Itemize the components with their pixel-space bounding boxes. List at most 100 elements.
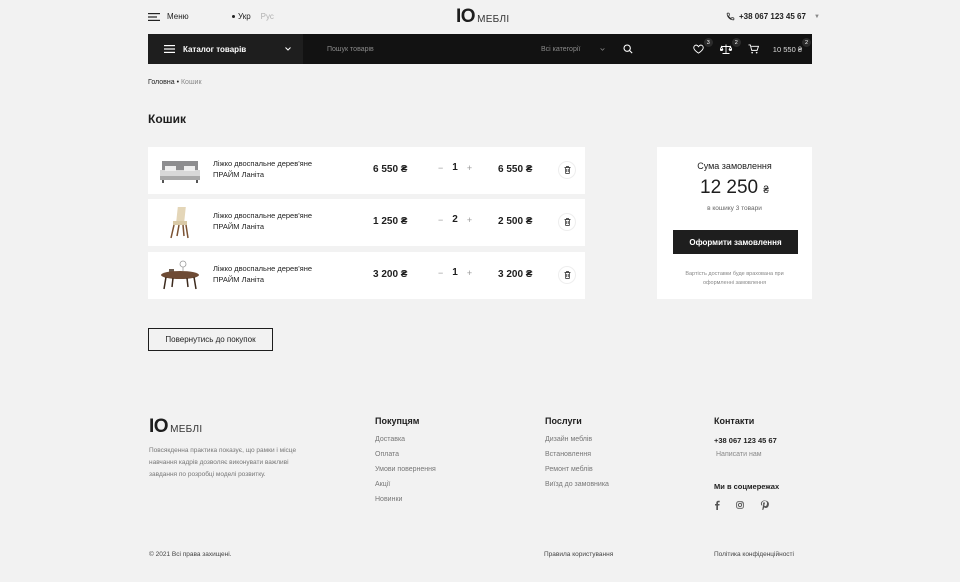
back-to-shopping-button[interactable]: Повернутись до покупок [148, 328, 273, 351]
logo-word: МЕБЛІ [170, 424, 203, 435]
qty-minus-button[interactable]: − [438, 268, 443, 278]
qty-plus-button[interactable]: + [467, 215, 472, 225]
privacy-link[interactable]: Політика конфіденційності [714, 551, 794, 558]
footer-link-installation[interactable]: Встановлення [545, 451, 609, 458]
social-links [714, 500, 769, 510]
product-total: 2 500 ₴ [498, 216, 533, 227]
footer-phone[interactable]: +38 067 123 45 67 [714, 436, 777, 445]
footer-column-title: Покупцям [375, 416, 420, 426]
footer-link-promotions[interactable]: Акції [375, 481, 436, 488]
category-select-value: Всі категорії [541, 45, 581, 53]
logo-mark: IO [456, 6, 476, 27]
footer-buyers-column: Покупцям Доставка Оплата Умови поверненн… [375, 416, 436, 511]
terms-link[interactable]: Правила користування [544, 551, 613, 558]
language-switcher: Укр Рус [232, 12, 274, 21]
category-select[interactable]: Всі категорії [541, 46, 611, 53]
lang-ukr-label: Укр [238, 12, 251, 21]
quantity-stepper: − 1 + [438, 162, 472, 173]
breadcrumb: Головна • Кошик [148, 79, 202, 86]
summary-amount: 12 250 ₴ [657, 177, 812, 199]
cart-total: 10 550 ₴ [772, 44, 802, 54]
hamburger-icon [164, 45, 175, 53]
wishlist-button[interactable]: 3 [693, 38, 713, 54]
qty-value[interactable]: 1 [452, 267, 458, 278]
phone-icon [726, 12, 735, 21]
qty-plus-button[interactable]: + [467, 268, 472, 278]
product-name[interactable]: Ліжко двоспальне дерев'яне ПРАЙМ Ланіта [213, 210, 328, 232]
summary-amount-value: 12 250 [700, 177, 759, 198]
lang-rus[interactable]: Рус [261, 12, 274, 21]
delivery-note: Вартість доставки буде врахована при офо… [685, 271, 784, 286]
logo-mark: IO [149, 416, 169, 437]
facebook-icon[interactable] [714, 500, 720, 510]
search-input[interactable] [327, 42, 527, 56]
site-logo[interactable]: IO МЕБЛІ [456, 6, 509, 28]
summary-title: Сума замовлення [697, 161, 772, 171]
delete-button[interactable] [558, 161, 576, 179]
chevron-down-icon [285, 47, 291, 51]
footer-logo[interactable]: IO МЕБЛІ [149, 416, 202, 438]
footer-link-payment[interactable]: Оплата [375, 451, 436, 458]
qty-plus-button[interactable]: + [467, 163, 472, 173]
cart-item: Ліжко двоспальне дерев'яне ПРАЙМ Ланіта … [148, 199, 585, 246]
footer-column-title: Контакти [714, 416, 755, 426]
footer-link-repair[interactable]: Ремонт меблів [545, 466, 609, 473]
catalog-button[interactable]: Каталог товарів [148, 34, 303, 64]
qty-value[interactable]: 1 [452, 162, 458, 173]
social-title: Ми в соцмережах [714, 482, 780, 491]
qty-minus-button[interactable]: − [438, 215, 443, 225]
product-image-table[interactable] [158, 258, 202, 292]
footer-column-title: Послуги [545, 416, 582, 426]
qty-value[interactable]: 2 [452, 214, 458, 225]
chevron-down-icon: ▼ [813, 13, 820, 20]
order-summary: Сума замовлення 12 250 ₴ в кошику 3 това… [657, 147, 812, 299]
breadcrumb-current: Кошик [180, 79, 202, 86]
search-icon[interactable] [623, 44, 633, 54]
footer-link-delivery[interactable]: Доставка [375, 436, 436, 443]
summary-currency: ₴ [763, 185, 769, 196]
instagram-icon[interactable] [736, 501, 744, 509]
footer-link-design[interactable]: Дизайн меблів [545, 436, 609, 443]
product-image-bed[interactable] [158, 153, 202, 187]
product-image-chair[interactable] [158, 205, 202, 239]
header-phone[interactable]: +38 067 123 45 67 ▼ [726, 12, 820, 21]
cart-icon [748, 44, 759, 54]
breadcrumb-home[interactable]: Головна [148, 79, 175, 86]
compare-button[interactable]: 2 [719, 38, 741, 54]
pinterest-icon[interactable] [760, 500, 769, 510]
product-name[interactable]: Ліжко двоспальне дерев'яне ПРАЙМ Ланіта [213, 158, 328, 180]
delete-button[interactable] [558, 266, 576, 284]
checkout-button[interactable]: Оформити замовлення [673, 230, 798, 254]
summary-count: в кошику 3 товари [707, 205, 762, 212]
footer-link-visit[interactable]: Виїзд до замовника [545, 481, 609, 488]
write-us-link[interactable]: Написати нам [716, 451, 777, 458]
menu-label[interactable]: Меню [167, 12, 189, 21]
catalog-label: Каталог товарів [183, 44, 247, 54]
footer-link-returns[interactable]: Умови повернення [375, 466, 436, 473]
cart-item: Ліжко двоспальне дерев'яне ПРАЙМ Ланіта … [148, 147, 585, 194]
footer-contacts-column: Контакти +38 067 123 45 67 Написати нам [714, 416, 777, 458]
phone-number: +38 067 123 45 67 [739, 12, 806, 21]
delete-button[interactable] [558, 213, 576, 231]
cart-item: Ліжко двоспальне дерев'яне ПРАЙМ Ланіта … [148, 252, 585, 299]
trash-icon [564, 271, 571, 279]
footer-link-new[interactable]: Новинки [375, 496, 436, 503]
product-total: 3 200 ₴ [498, 269, 533, 280]
cart-button[interactable]: 2 10 550 ₴ [748, 38, 811, 54]
footer-services-column: Послуги Дизайн меблів Встановлення Ремон… [545, 416, 609, 496]
compare-badge: 2 [731, 38, 741, 47]
lang-ukr[interactable]: Укр [232, 12, 251, 21]
product-name[interactable]: Ліжко двоспальне дерев'яне ПРАЙМ Ланіта [213, 263, 328, 285]
chevron-down-icon [600, 47, 605, 51]
scales-icon [719, 44, 732, 54]
footer-description: Повсякденна практика показує, що рамки і… [149, 447, 297, 478]
product-price: 1 250 ₴ [373, 216, 408, 227]
product-total: 6 550 ₴ [498, 164, 533, 175]
trash-icon [564, 166, 571, 174]
product-price: 6 550 ₴ [373, 164, 408, 175]
qty-minus-button[interactable]: − [438, 163, 443, 173]
copyright: © 2021 Всі права захищені. [149, 551, 232, 558]
quantity-stepper: − 1 + [438, 267, 472, 278]
menu-icon[interactable] [148, 13, 160, 21]
product-price: 3 200 ₴ [373, 269, 408, 280]
